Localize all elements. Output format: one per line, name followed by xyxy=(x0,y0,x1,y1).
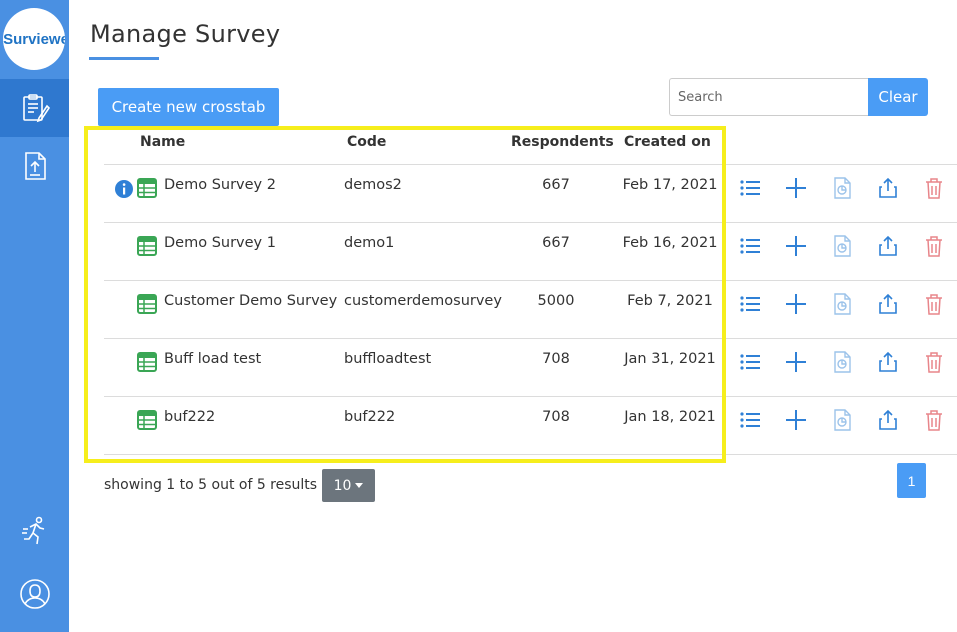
plus-icon[interactable] xyxy=(783,233,809,259)
survey-name[interactable]: buf222 xyxy=(164,409,215,425)
survey-name[interactable]: Demo Survey 1 xyxy=(164,235,276,251)
trash-icon[interactable] xyxy=(921,233,947,259)
spreadsheet-icon xyxy=(137,236,157,256)
logo-text: Surviewe xyxy=(3,30,65,48)
survey-respondents: 667 xyxy=(542,235,570,251)
share-upload-icon[interactable] xyxy=(875,233,901,259)
info-icon[interactable] xyxy=(114,179,134,199)
column-header-created-on[interactable]: Created on xyxy=(624,134,711,150)
trash-icon[interactable] xyxy=(921,291,947,317)
upload-file-icon xyxy=(24,152,46,180)
spreadsheet-icon xyxy=(137,352,157,372)
row-divider xyxy=(104,280,957,281)
column-header-name[interactable]: Name xyxy=(140,134,185,150)
survey-created-on: Feb 7, 2021 xyxy=(627,293,713,309)
results-summary: showing 1 to 5 out of 5 results xyxy=(104,477,318,493)
survey-code: demos2 xyxy=(344,177,402,193)
sidebar-item-profile[interactable] xyxy=(0,565,69,623)
survey-created-on: Feb 16, 2021 xyxy=(622,235,718,251)
chevron-down-icon xyxy=(355,483,364,488)
create-crosstab-button[interactable]: Create new crosstab xyxy=(98,88,279,126)
plus-icon[interactable] xyxy=(783,175,809,201)
survey-name[interactable]: Demo Survey 2 xyxy=(164,177,276,193)
report-file-icon[interactable] xyxy=(829,291,855,317)
page-title: Manage Survey xyxy=(90,20,281,48)
page-size-value: 10 xyxy=(333,477,352,494)
spreadsheet-icon xyxy=(137,178,157,198)
row-divider xyxy=(104,338,957,339)
app-logo[interactable]: Surviewe xyxy=(3,8,65,70)
title-underline xyxy=(89,57,159,60)
pagination-page-1[interactable]: 1 xyxy=(897,463,926,498)
sidebar-item-upload[interactable] xyxy=(0,137,69,195)
list-icon[interactable] xyxy=(737,291,763,317)
plus-icon[interactable] xyxy=(783,291,809,317)
survey-name[interactable]: Buff load test xyxy=(164,351,261,367)
report-file-icon[interactable] xyxy=(829,407,855,433)
sidebar-item-activity[interactable] xyxy=(0,502,69,560)
search-input[interactable] xyxy=(669,78,868,116)
share-upload-icon[interactable] xyxy=(875,291,901,317)
survey-respondents: 708 xyxy=(542,409,570,425)
spreadsheet-icon xyxy=(137,294,157,314)
survey-name[interactable]: Customer Demo Survey xyxy=(164,293,337,309)
survey-code: buffloadtest xyxy=(344,351,432,367)
survey-respondents: 667 xyxy=(542,177,570,193)
runner-icon xyxy=(21,516,44,545)
column-header-code[interactable]: Code xyxy=(347,134,386,150)
survey-respondents: 5000 xyxy=(537,293,575,309)
header-divider xyxy=(104,164,957,165)
survey-code: demo1 xyxy=(344,235,395,251)
survey-code: buf222 xyxy=(344,409,396,425)
clear-button[interactable]: Clear xyxy=(868,78,928,116)
survey-code: customerdemosurvey xyxy=(344,293,502,309)
survey-created-on: Feb 17, 2021 xyxy=(622,177,718,193)
share-upload-icon[interactable] xyxy=(875,349,901,375)
column-header-respondents[interactable]: Respondents xyxy=(511,134,614,150)
report-file-icon[interactable] xyxy=(829,349,855,375)
share-upload-icon[interactable] xyxy=(875,175,901,201)
list-icon[interactable] xyxy=(737,233,763,259)
report-file-icon[interactable] xyxy=(829,233,855,259)
sidebar: Surviewe xyxy=(0,0,69,632)
trash-icon[interactable] xyxy=(921,349,947,375)
trash-icon[interactable] xyxy=(921,407,947,433)
row-divider xyxy=(104,396,957,397)
survey-created-on: Jan 18, 2021 xyxy=(624,409,716,425)
row-divider xyxy=(104,222,957,223)
report-file-icon[interactable] xyxy=(829,175,855,201)
list-icon[interactable] xyxy=(737,175,763,201)
plus-icon[interactable] xyxy=(783,407,809,433)
list-icon[interactable] xyxy=(737,349,763,375)
plus-icon[interactable] xyxy=(783,349,809,375)
survey-clipboard-icon xyxy=(22,94,50,123)
sidebar-item-surveys[interactable] xyxy=(0,79,69,137)
survey-respondents: 708 xyxy=(542,351,570,367)
list-icon[interactable] xyxy=(737,407,763,433)
trash-icon[interactable] xyxy=(921,175,947,201)
row-divider xyxy=(104,454,957,455)
survey-created-on: Jan 31, 2021 xyxy=(624,351,716,367)
spreadsheet-icon xyxy=(137,410,157,430)
user-avatar-icon xyxy=(19,579,50,609)
page-size-dropdown[interactable]: 10 xyxy=(322,469,375,502)
share-upload-icon[interactable] xyxy=(875,407,901,433)
